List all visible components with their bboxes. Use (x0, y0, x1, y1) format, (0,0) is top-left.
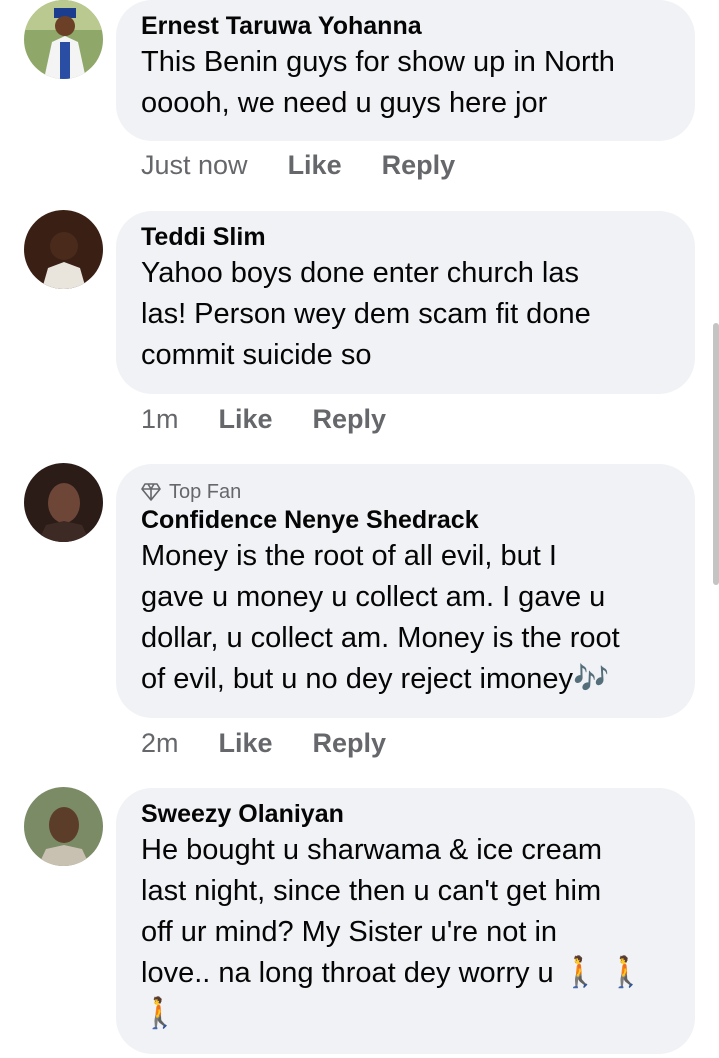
comment-author[interactable]: Sweezy Olaniyan (141, 798, 671, 830)
comment-time[interactable]: 2m (141, 728, 179, 759)
reply-button[interactable]: Reply (382, 150, 456, 181)
comment-time[interactable]: 1m (141, 404, 179, 435)
like-button[interactable]: Like (219, 728, 273, 759)
comment-bubble: Sweezy Olaniyan He bought u sharwama & i… (116, 788, 695, 1054)
badge-label: Top Fan (169, 481, 242, 503)
reply-button[interactable]: Reply (313, 404, 387, 435)
comment-author[interactable]: Teddi Slim (141, 221, 671, 253)
comment-text-body: Money is the root of all evil, but I gav… (141, 540, 620, 695)
comment-text-body: He bought u sharwama & ice cream last ni… (141, 834, 602, 989)
comment-bubble: Teddi Slim Yahoo boys done enter church … (116, 211, 695, 394)
comment-actions: 2m Like Reply (141, 728, 426, 759)
comment-bubble: Top Fan Confidence Nenye Shedrack Money … (116, 464, 695, 718)
comment-text: Yahoo boys done enter church las las! Pe… (141, 257, 591, 371)
comment-text: He bought u sharwama & ice cream last ni… (141, 830, 671, 1035)
comment-time[interactable]: Just now (141, 150, 248, 181)
comment-actions: Just now Like Reply (141, 150, 495, 181)
avatar[interactable] (24, 0, 103, 79)
comment-text: This Benin guys for show up in North ooo… (141, 46, 615, 119)
avatar[interactable] (24, 210, 103, 289)
person-walking-icon: 🚶 (561, 956, 600, 989)
comment-author[interactable]: Ernest Taruwa Yohanna (141, 10, 671, 42)
comment-author[interactable]: Confidence Nenye Shedrack (141, 504, 671, 536)
scrollbar[interactable] (713, 323, 719, 585)
comment-text: Money is the root of all evil, but I gav… (141, 536, 671, 700)
comment-actions: 1m Like Reply (141, 404, 426, 435)
like-button[interactable]: Like (288, 150, 342, 181)
diamond-icon (141, 483, 161, 501)
person-walking-icon: 🚶 (141, 997, 179, 1030)
musical-notes-icon: 🎶 (573, 663, 610, 695)
like-button[interactable]: Like (219, 404, 273, 435)
avatar[interactable] (24, 787, 103, 866)
comment-bubble: Ernest Taruwa Yohanna This Benin guys fo… (116, 0, 695, 141)
reply-button[interactable]: Reply (313, 728, 387, 759)
person-walking-icon: 🚶 (607, 956, 645, 989)
avatar[interactable] (24, 463, 103, 542)
top-fan-badge: Top Fan (141, 480, 671, 504)
